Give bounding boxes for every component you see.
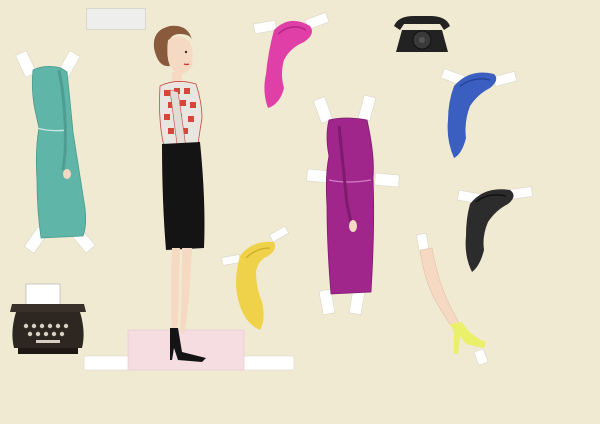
paper-doll-stage: [0, 0, 600, 424]
magenta-dress[interactable]: [305, 94, 405, 318]
rotary-phone-icon[interactable]: [392, 14, 452, 54]
leg-with-yellow-shoe[interactable]: [414, 232, 494, 366]
blue-wig[interactable]: [440, 66, 520, 162]
yellow-wig[interactable]: [221, 225, 292, 332]
paper-doll-figure: [140, 22, 220, 364]
teal-dress[interactable]: [15, 50, 105, 260]
typewriter-icon[interactable]: [8, 282, 88, 358]
signature-card: [86, 8, 146, 30]
